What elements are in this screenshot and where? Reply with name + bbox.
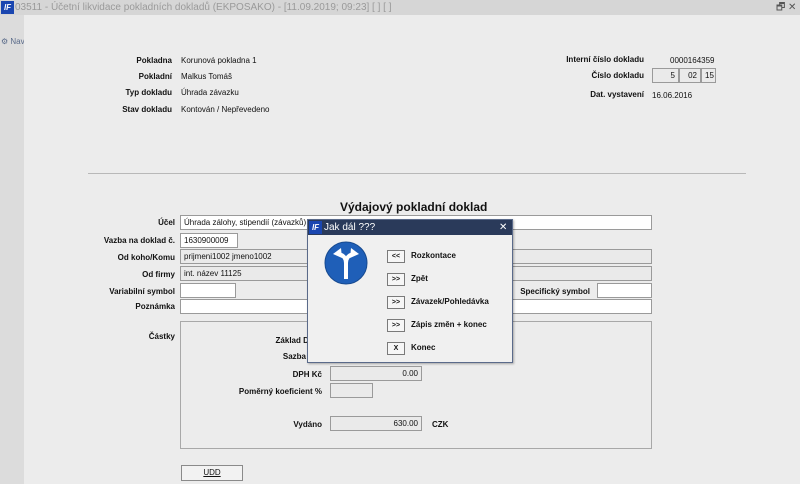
variabilni-symbol-label: Variabilní symbol: [109, 287, 175, 296]
specificky-symbol-field[interactable]: [597, 283, 652, 298]
dat-vystaveni-label: Dat. vystavení: [590, 90, 644, 99]
zavazek-pohledavka-label: Závazek/Pohledávka: [411, 297, 489, 306]
sazba-label: Sazba: [282, 352, 306, 361]
poznamka-label: Poznámka: [135, 302, 175, 311]
konec-label: Konec: [411, 343, 436, 352]
cislo-dokladu-part3: 15: [701, 68, 716, 83]
dialog-close-icon[interactable]: ✕: [499, 220, 507, 235]
dialog-titlebar: lF Jak dál ??? ✕: [308, 220, 512, 235]
app-icon: lF: [1, 1, 14, 14]
fork-arrow-sign-icon: [324, 241, 368, 285]
rozkontace-label: Rozkontace: [411, 251, 456, 260]
cislo-dokladu-part1: 5: [652, 68, 679, 83]
typ-dokladu-value: Úhrada závazku: [181, 88, 239, 97]
zaklad-dph-label: Základ DPH: [275, 336, 320, 345]
vazba-field[interactable]: 1630900009: [180, 233, 238, 248]
zpet-label: Zpět: [411, 274, 428, 283]
typ-dokladu-label: Typ dokladu: [125, 88, 172, 97]
pokladna-value: Korunová pokladna 1: [181, 56, 257, 65]
interni-cislo-value: 0000164359: [670, 56, 715, 65]
pomerny-koeficient-label: Poměrný koeficient %: [238, 387, 322, 396]
pokladni-value: Malkus Tomáš: [181, 72, 232, 81]
zavazek-pohledavka-button[interactable]: >>: [387, 296, 405, 309]
window-titlebar: lF 03511 - Účetní likvidace pokladních d…: [0, 0, 800, 15]
currency-label: CZK: [432, 420, 449, 429]
pokladna-label: Pokladna: [136, 56, 172, 65]
dialog-title: Jak dál ???: [324, 222, 376, 233]
udd-button[interactable]: UDD: [181, 465, 243, 481]
close-icon[interactable]: ✕: [788, 0, 796, 15]
dph-kc-label: DPH Kč: [292, 370, 322, 379]
vazba-label: Vazba na doklad č.: [103, 236, 175, 245]
sidebar: ⚙ Nav: [0, 15, 25, 484]
nav-label: Nav: [10, 37, 25, 46]
zapis-zmen-konec-button[interactable]: >>: [387, 319, 405, 332]
gear-icon: ⚙: [1, 37, 9, 46]
vydano-field: 630.00: [330, 416, 422, 431]
section-title: Výdajový pokladní doklad: [340, 200, 488, 214]
window-title: 03511 - Účetní likvidace pokladních dokl…: [15, 2, 392, 13]
dialog-app-icon: lF: [309, 221, 322, 234]
interni-cislo-label: Interní číslo dokladu: [566, 55, 644, 64]
nav-button[interactable]: ⚙ Nav: [1, 37, 25, 46]
pomerny-koeficient-field: [330, 383, 373, 398]
dat-vystaveni-value: 16.06.2016: [652, 91, 693, 100]
pokladni-label: Pokladní: [138, 72, 172, 81]
cislo-dokladu-label: Číslo dokladu: [591, 71, 644, 80]
cislo-dokladu-part2: 02: [679, 68, 701, 83]
rozkontace-button[interactable]: <<: [387, 250, 405, 263]
restore-icon[interactable]: 🗗: [776, 0, 785, 15]
dph-kc-field: 0.00: [330, 366, 422, 381]
stav-dokladu-label: Stav dokladu: [122, 105, 172, 114]
od-firmy-label: Od firmy: [142, 270, 175, 279]
castky-label: Částky: [148, 332, 175, 341]
ucel-label: Účel: [158, 218, 175, 227]
jak-dal-dialog: lF Jak dál ??? ✕ << Rozkontace >> Zpět >…: [307, 219, 513, 363]
od-koho-label: Od koho/Komu: [117, 253, 175, 262]
zpet-button[interactable]: >>: [387, 273, 405, 286]
vydano-label: Vydáno: [293, 420, 322, 429]
specificky-symbol-label: Specifický symbol: [520, 287, 590, 296]
separator-line: [88, 173, 746, 174]
konec-button[interactable]: X: [387, 342, 405, 355]
zapis-zmen-konec-label: Zápis změn + konec: [411, 320, 487, 329]
stav-dokladu-value: Kontován / Nepřevedeno: [181, 105, 270, 114]
variabilni-symbol-field[interactable]: [180, 283, 236, 298]
